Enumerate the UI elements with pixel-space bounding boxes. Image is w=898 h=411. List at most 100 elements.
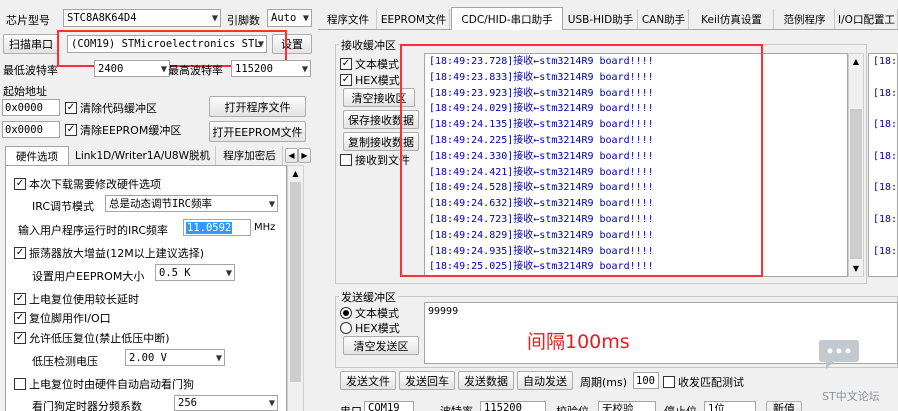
bottom-baud-value: 115200 <box>484 402 522 411</box>
forum-watermark: ST中文论坛 <box>822 390 880 403</box>
recv-scrollbar[interactable]: ▲ ▼ <box>848 53 864 277</box>
irc-freq-input[interactable]: 11.0592 <box>183 219 251 236</box>
log-highlight-box <box>400 44 763 277</box>
pins-label: 引脚数 <box>227 14 260 27</box>
chevron-down-icon: ▼ <box>225 268 232 277</box>
opt-label: 允许低压复位(禁止低压中断) <box>29 332 170 345</box>
eeprom-size-label: 设置用户EEPROM大小 <box>32 270 145 283</box>
clear-send-button[interactable]: 清空发送区 <box>343 336 419 355</box>
tab-label: Link1D/Writer1A/U8W脱机 <box>75 150 210 162</box>
period-label: 周期(ms) <box>580 376 628 389</box>
scroll-down-icon[interactable]: ▼ <box>849 261 863 276</box>
bottom-stop-select[interactable]: 1位 <box>704 401 756 411</box>
tab-label: 程序文件 <box>327 13 369 26</box>
recv-text-mode-checkbox[interactable]: ✓ 文本模式 <box>340 56 399 72</box>
opt-reset-io-checkbox[interactable]: ✓ 复位脚用作I/O口 <box>14 310 111 326</box>
send-file-button[interactable]: 发送文件 <box>340 371 396 390</box>
opt-low-voltage-checkbox[interactable]: ✓ 允许低压复位(禁止低压中断) <box>14 330 170 346</box>
tab-can[interactable]: CAN助手 <box>639 9 689 29</box>
opt-modify-hw-checkbox[interactable]: ✓ 本次下载需要修改硬件选项 <box>14 176 161 192</box>
scroll-up-icon[interactable]: ▲ <box>849 54 863 69</box>
max-baud-label: 最高波特率 <box>168 64 223 77</box>
bottom-new-button[interactable]: 新值 <box>766 401 802 411</box>
irc-mode-select[interactable]: 总是动态调节IRC频率 ▼ <box>105 195 278 212</box>
send-enter-button[interactable]: 发送回车 <box>399 371 455 390</box>
opt-label: 上电复位时由硬件自动启动看门狗 <box>29 378 194 391</box>
send-group-title: 发送缓冲区 <box>339 289 398 305</box>
radio-selected-icon <box>340 307 352 319</box>
tab-examples[interactable]: 范例程序 <box>775 9 835 29</box>
irc-freq-value: 11.0592 <box>186 221 233 234</box>
send-text-mode-radio[interactable]: 文本模式 <box>340 305 399 321</box>
eeprom-size-select[interactable]: 0.5 K ▼ <box>155 264 235 281</box>
lvd-select[interactable]: 2.00 V ▼ <box>125 349 225 366</box>
bottom-parity-label: 校验位 <box>556 403 589 411</box>
tab-offline[interactable]: Link1D/Writer1A/U8W脱机 <box>70 146 216 165</box>
main-tab-strip: 程序文件 EEPROM文件 CDC/HID-串口助手 USB-HID助手 CAN… <box>318 7 898 30</box>
wdt-select[interactable]: 256 ▼ <box>174 395 278 411</box>
start-addr-label: 起始地址 <box>3 85 47 98</box>
checkbox-unchecked-icon <box>340 154 352 166</box>
open-program-button[interactable]: 打开程序文件 <box>209 96 306 117</box>
tab-serial-assistant[interactable]: CDC/HID-串口助手 <box>451 7 563 30</box>
bottom-parity-select[interactable]: 无校验 <box>598 401 656 411</box>
open-eeprom-button[interactable]: 打开EEPROM文件 <box>209 121 306 142</box>
bottom-baud-select[interactable]: 115200 <box>480 401 546 411</box>
auto-send-button[interactable]: 自动发送 <box>517 371 573 390</box>
tab-label: 范例程序 <box>783 13 826 26</box>
opt-label: 上电复位使用较长延时 <box>29 293 139 306</box>
bottom-stop-value: 1位 <box>708 402 725 411</box>
recv-group-title: 接收缓冲区 <box>339 37 398 53</box>
checkbox-checked-icon: ✓ <box>65 102 77 114</box>
annotation-interval: 间隔100ms <box>527 331 630 353</box>
send-data-button[interactable]: 发送数据 <box>458 371 514 390</box>
tab-usb-hid[interactable]: USB-HID助手 <box>564 9 638 29</box>
clear-code-checkbox[interactable]: ✓ 清除代码缓冲区 <box>65 100 157 116</box>
tab-label: I/O口配置工 <box>838 13 895 26</box>
opt-wdt-checkbox[interactable]: 上电复位时由硬件自动启动看门狗 <box>14 376 194 392</box>
send-hex-mode-radio[interactable]: HEX模式 <box>340 320 400 336</box>
tab-scroll-arrows[interactable]: ◀ ▶ <box>285 148 311 163</box>
options-scrollbar[interactable]: ▲ <box>287 165 304 411</box>
min-baud-select[interactable]: 2400 ▼ <box>94 60 170 77</box>
tab-hardware-options[interactable]: 硬件选项 <box>5 146 69 165</box>
addr1-input[interactable]: 0x0000 <box>2 99 60 116</box>
checkbox-checked-icon: ✓ <box>14 247 26 259</box>
chevron-down-icon: ▼ <box>160 64 167 73</box>
checkbox-unchecked-icon <box>663 376 675 388</box>
send-text-mode-label: 文本模式 <box>355 307 399 320</box>
addr2-input[interactable]: 0x0000 <box>2 121 60 138</box>
chevron-left-icon[interactable]: ◀ <box>285 148 298 163</box>
opt-osc-gain-checkbox[interactable]: ✓ 振荡器放大增益(12M以上建议选择) <box>14 245 204 261</box>
opt-label: 振荡器放大增益(12M以上建议选择) <box>29 247 205 260</box>
max-baud-select[interactable]: 115200 ▼ <box>231 60 311 77</box>
tab-keil[interactable]: Keil仿真设置 <box>690 9 774 29</box>
forum-logo-icon <box>818 337 860 371</box>
checkbox-unchecked-icon <box>14 378 26 390</box>
pins-select[interactable]: Auto ▼ <box>267 9 312 27</box>
scroll-up-icon[interactable]: ▲ <box>288 166 303 181</box>
bottom-port-select[interactable]: COM19 <box>364 401 414 411</box>
scroll-thumb[interactable] <box>290 182 301 382</box>
secondary-log-line: [18: <box>873 214 898 225</box>
scroll-thumb[interactable] <box>850 109 862 259</box>
tab-program-file[interactable]: 程序文件 <box>320 9 377 29</box>
secondary-log-line: [18: <box>873 150 898 162</box>
clear-eeprom-checkbox[interactable]: ✓ 清除EEPROM缓冲区 <box>65 122 181 138</box>
opt-label: 复位脚用作I/O口 <box>29 312 111 325</box>
bottom-parity-value: 无校验 <box>602 402 634 411</box>
recv-hex-mode-checkbox[interactable]: ✓ HEX模式 <box>340 72 400 88</box>
irc-freq-label: 输入用户程序运行时的IRC频率 <box>18 224 169 237</box>
recv-hex-mode-label: HEX模式 <box>355 74 400 87</box>
chip-select[interactable]: STC8A8K64D4 ▼ <box>63 9 221 27</box>
period-input[interactable]: 100 <box>633 372 659 389</box>
tab-io-config[interactable]: I/O口配置工 <box>836 9 898 29</box>
opt-long-delay-checkbox[interactable]: ✓ 上电复位使用较长延时 <box>14 291 139 307</box>
recv-match-checkbox[interactable]: 收发匹配测试 <box>663 374 744 390</box>
max-baud-value: 115200 <box>235 62 273 75</box>
tab-eeprom-file[interactable]: EEPROM文件 <box>378 9 450 29</box>
chevron-right-icon[interactable]: ▶ <box>298 148 311 163</box>
scan-port-button[interactable]: 扫描串口 <box>3 34 59 54</box>
tab-encrypt[interactable]: 程序加密后 <box>217 146 283 165</box>
checkbox-checked-icon: ✓ <box>65 124 77 136</box>
